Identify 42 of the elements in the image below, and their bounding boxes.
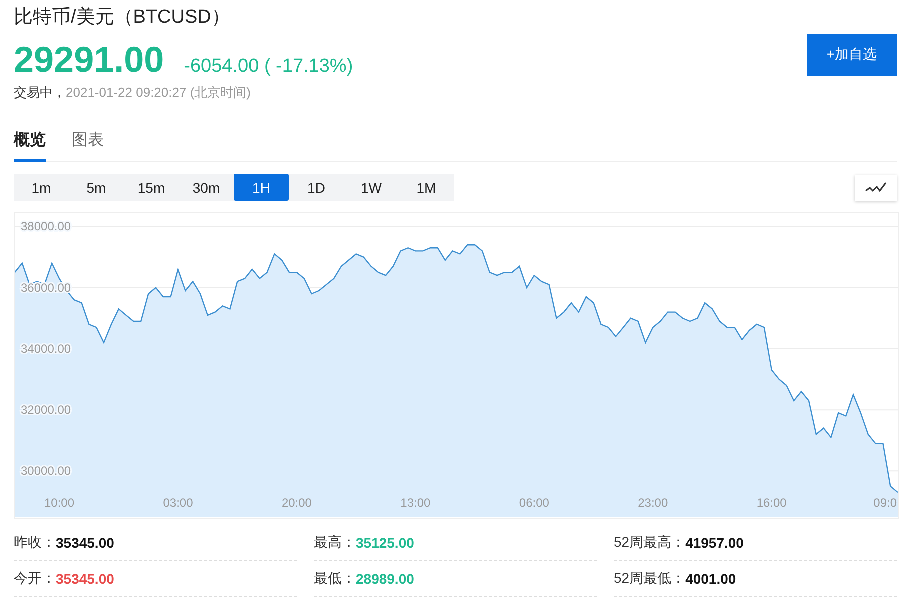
x-axis-label: 20:00 (282, 496, 312, 510)
add-watchlist-button[interactable]: +加自选 (807, 34, 897, 76)
period-button[interactable]: 1D (289, 174, 344, 201)
y-axis-label: 38000.00 (21, 220, 72, 234)
stat-label: 52周最低： (614, 570, 686, 588)
stat-label: 今开： (14, 570, 56, 588)
trading-status: 交易中， (14, 84, 66, 102)
y-axis-label: 32000.00 (21, 403, 72, 418)
period-button[interactable]: 30m (179, 174, 234, 201)
x-axis-label: 06:00 (519, 496, 550, 510)
tab[interactable]: 概览 (14, 124, 46, 162)
period-button[interactable]: 1W (344, 174, 399, 201)
stat-value: 41957.00 (686, 534, 744, 550)
stat-value: 28989.00 (356, 570, 414, 586)
chart-type-button[interactable] (855, 174, 897, 200)
y-axis-label: 30000.00 (21, 464, 72, 478)
price-change: -6054.00 ( -17.13%) (184, 56, 354, 78)
x-axis-label: 10:00 (44, 496, 75, 510)
timestamp: 2021-01-22 09:20:27 (北京时间) (66, 84, 251, 102)
stat-label: 最低： (314, 570, 356, 588)
y-axis-label: 34000.00 (21, 342, 72, 356)
x-axis-label: 23:00 (638, 496, 668, 510)
page-title: 比特币/美元（BTCUSD） (14, 6, 232, 30)
tab[interactable]: 图表 (72, 124, 104, 162)
price: 29291.00 (14, 40, 164, 80)
period-button[interactable]: 5m (69, 174, 124, 201)
stat-label: 52周最高： (614, 534, 686, 552)
x-axis-label: 16:00 (756, 496, 787, 510)
stat-label: 昨收： (14, 534, 56, 552)
stat-value: 35345.00 (56, 534, 114, 550)
period-button[interactable]: 1m (14, 174, 69, 201)
stat-value: 35125.00 (356, 534, 414, 550)
stat-label: 最高： (314, 534, 356, 552)
x-axis-label: 13:00 (400, 496, 431, 510)
x-axis-label: 09:0 (874, 496, 897, 510)
period-button[interactable]: 1H (234, 174, 289, 201)
line-chart-icon (865, 182, 887, 194)
period-button[interactable]: 15m (124, 174, 179, 201)
stat-value: 35345.00 (56, 570, 114, 586)
period-button[interactable]: 1M (399, 174, 454, 201)
stat-value: 4001.00 (686, 570, 736, 586)
x-axis-label: 03:00 (163, 496, 194, 510)
